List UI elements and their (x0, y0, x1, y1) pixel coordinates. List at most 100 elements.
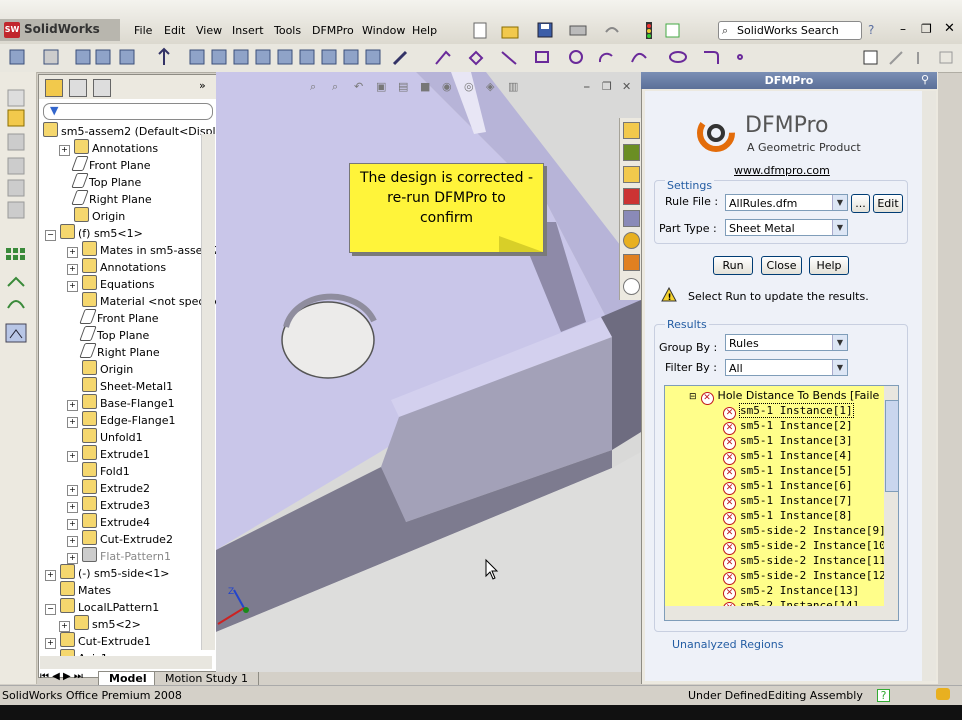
section-view-icon[interactable] (158, 47, 170, 65)
search-input[interactable]: ⌕ SolidWorks Search (718, 21, 862, 40)
expand-icon[interactable]: + (67, 553, 78, 564)
hidden-lines-icon[interactable] (95, 49, 111, 65)
result-instance-row[interactable]: ✕ sm5-2 Instance[13] (723, 583, 859, 600)
menu-insert[interactable]: Insert (232, 24, 264, 37)
right-view-icon[interactable] (277, 49, 293, 65)
tree-scrollbar[interactable] (201, 134, 215, 650)
spline-tool-icon[interactable] (631, 52, 647, 63)
expand-icon[interactable]: + (67, 281, 78, 292)
expand-icon[interactable]: + (67, 536, 78, 547)
menu-view[interactable]: View (196, 24, 222, 37)
zoom-to-fit-icon[interactable]: ⌕ (310, 80, 316, 93)
close-window-icon[interactable]: ✕ (944, 21, 955, 36)
result-instance-row[interactable]: ✕ sm5-1 Instance[3] (723, 433, 853, 450)
circle-tool-icon[interactable] (569, 50, 583, 64)
tree-item-part[interactable]: − (f) sm5<1> (45, 224, 143, 241)
expand-icon[interactable]: + (67, 247, 78, 258)
tree-item-sheetmetal[interactable]: Sheet-Metal1 (67, 377, 173, 394)
tree-item-extrude[interactable]: + Cut-Extrude2 (67, 530, 173, 547)
front-view-icon[interactable] (211, 49, 227, 65)
expand-icon[interactable]: + (67, 485, 78, 496)
top-view-icon[interactable] (299, 49, 315, 65)
bottom-view-icon[interactable] (321, 49, 337, 65)
viewport-close-icon[interactable]: ✕ (622, 80, 631, 93)
results-vscrollbar[interactable] (884, 386, 898, 606)
tree-item-annotation[interactable]: + Annotations (59, 139, 158, 156)
tree-item-annotation[interactable]: + Annotations (67, 258, 166, 275)
result-instance-row[interactable]: ✕ sm5-side-2 Instance[9] (723, 523, 886, 540)
offset-icon[interactable] (889, 51, 903, 65)
help-button[interactable]: Help (809, 256, 849, 275)
left-view-icon[interactable] (255, 49, 271, 65)
expand-icon[interactable]: + (45, 570, 56, 581)
tree-item-extrude[interactable]: + Extrude3 (67, 496, 150, 513)
curves-icon[interactable] (7, 300, 25, 309)
tree-item-part[interactable]: + sm5<2> (59, 615, 141, 632)
result-instance-row[interactable]: ✕ sm5-1 Instance[4] (723, 448, 853, 465)
results-tree[interactable]: ⊟ ✕ Hole Distance To Bends [Faile ✕ sm5-1 I… (664, 385, 899, 621)
back-view-icon[interactable] (233, 49, 249, 65)
tree-item-plane[interactable]: Front Plane (59, 156, 151, 173)
tree-filter-input[interactable]: ▼ (43, 103, 213, 120)
save-icon[interactable] (537, 22, 553, 38)
tree-item-extrude[interactable]: + Extrude4 (67, 513, 150, 530)
tab-nav-arrows[interactable]: ⏮ ◀ ▶ ⏭ (40, 671, 83, 682)
tree-item-material[interactable]: Material <not specified (67, 292, 217, 309)
group-by-select[interactable]: Rules ▼ (725, 334, 848, 351)
tree-item-extrude[interactable]: + Extrude2 (67, 479, 150, 496)
rotate-component-icon[interactable] (7, 179, 25, 197)
menu-dfmpro[interactable]: DFMPro (312, 24, 354, 37)
result-instance-row[interactable]: ✕ sm5-side-2 Instance[10] (723, 538, 892, 555)
tree-item-unfold[interactable]: Unfold1 (67, 428, 143, 445)
restore-icon[interactable]: ❐ (921, 22, 932, 36)
expand-icon[interactable]: + (67, 519, 78, 530)
rebuild-icon[interactable] (936, 688, 950, 700)
hide-show-icon[interactable]: ◉ (442, 80, 452, 93)
collapse-icon[interactable]: − (45, 230, 56, 241)
ellipse-tool-icon[interactable] (669, 51, 687, 63)
tree-item-flange[interactable]: + Base-Flange1 (67, 394, 175, 411)
tree-item-flatpattern[interactable]: + Flat-Pattern1 (67, 547, 171, 564)
result-instance-row[interactable]: ✕ sm5-1 Instance[5] (723, 463, 853, 480)
line-tool-icon[interactable] (501, 51, 517, 65)
home-icon[interactable] (623, 122, 640, 139)
minimize-icon[interactable]: – (900, 22, 906, 36)
shaded-cube-icon[interactable] (75, 49, 91, 65)
perspective-icon[interactable] (119, 49, 135, 65)
previous-view-icon[interactable]: ↶ (354, 80, 363, 93)
section-icon[interactable]: ▣ (376, 80, 386, 93)
appearances-icon[interactable] (623, 254, 640, 271)
view-orient-icon[interactable]: ▤ (398, 80, 408, 93)
tree-item-mate[interactable]: Mates (45, 581, 111, 598)
display-mode-icon[interactable]: ■ (420, 80, 430, 93)
result-instance-row[interactable]: ✕ sm5-1 Instance[2] (723, 418, 853, 435)
arc-tool-icon[interactable] (598, 52, 613, 63)
expand-icon[interactable]: + (45, 638, 56, 649)
result-instance-row[interactable]: ✕ sm5-1 Instance[8] (723, 508, 853, 525)
design-library-icon[interactable] (623, 166, 640, 183)
smart-fastener-icon[interactable] (7, 201, 25, 219)
view-palette-icon[interactable] (623, 232, 640, 249)
tree-item-flange[interactable]: + Edge-Flange1 (67, 411, 176, 428)
insert-component-icon[interactable] (7, 109, 25, 127)
configmanager-tab-icon[interactable] (93, 79, 111, 97)
dfmpro-url-link[interactable]: www.dfmpro.com (734, 164, 830, 177)
tree-item-extrude[interactable]: + Extrude1 (67, 445, 150, 462)
tree-hscrollbar[interactable] (40, 656, 212, 669)
close-button[interactable]: Close (761, 256, 802, 275)
featuremanager-tab-icon[interactable] (45, 79, 63, 97)
tree-item-origin[interactable]: Origin (59, 207, 125, 224)
pattern-icon[interactable] (939, 51, 953, 64)
expand-icon[interactable]: + (67, 502, 78, 513)
tree-item-plane[interactable]: Right Plane (59, 190, 152, 207)
new-document-icon[interactable] (473, 22, 487, 39)
appearance-icon[interactable]: ◎ (464, 80, 474, 93)
expand-icon[interactable]: + (59, 145, 70, 156)
tree-item-pattern[interactable]: − LocalLPattern1 (45, 598, 159, 615)
tree-item-equation[interactable]: + Equations (67, 275, 154, 292)
tree-item-extrude[interactable]: + Cut-Extrude1 (45, 632, 151, 649)
result-instance-row[interactable]: ✕ sm5-side-2 Instance[12] (723, 568, 892, 585)
view-settings-icon[interactable]: ▥ (508, 80, 518, 93)
tree-item-mate[interactable]: + Mates in sm5-assem2 (67, 241, 217, 258)
new-part-icon[interactable] (7, 89, 25, 107)
